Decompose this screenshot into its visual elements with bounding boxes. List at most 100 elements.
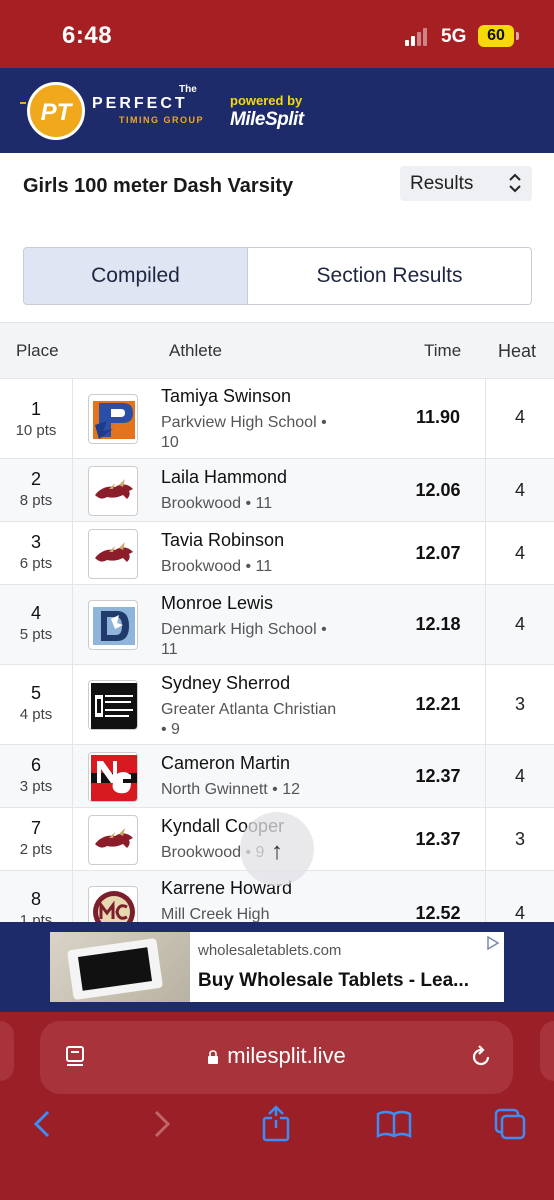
place-number: 7 bbox=[30, 818, 41, 838]
result-time: 11.90 bbox=[415, 407, 461, 427]
result-heat: 4 bbox=[485, 379, 554, 458]
back-icon[interactable] bbox=[24, 1104, 64, 1144]
tab-compiled[interactable]: Compiled bbox=[24, 248, 248, 304]
ad-banner: wholesaletablets.com Buy Wholesale Table… bbox=[0, 922, 554, 1012]
browser-chrome: milesplit.live bbox=[0, 1012, 554, 1200]
result-heat: 4 bbox=[485, 459, 554, 521]
athlete-name[interactable]: Tamiya Swinson bbox=[161, 386, 291, 407]
ad-headline: Buy Wholesale Tablets - Lea... bbox=[198, 970, 469, 991]
table-row[interactable]: 4 5 pts Monroe Lewis Denmark High School… bbox=[0, 584, 554, 664]
athlete-school: Brookwood • 11 bbox=[161, 495, 273, 512]
athlete-name[interactable]: Sydney Sherrod bbox=[161, 673, 290, 694]
result-time: 12.07 bbox=[415, 543, 461, 563]
logo-name: PERFECT bbox=[92, 95, 188, 112]
bookmarks-icon[interactable] bbox=[374, 1104, 414, 1144]
table-row[interactable]: 1 10 pts Tamiya Swinson Parkview High Sc… bbox=[0, 378, 554, 458]
result-heat: 4 bbox=[485, 585, 554, 664]
place-points: 4 pts bbox=[19, 706, 53, 723]
ad-image bbox=[50, 932, 190, 1002]
place-cell: 7 2 pts bbox=[0, 808, 73, 870]
logo-the: The bbox=[179, 84, 197, 95]
athlete-school: Brookwood • 11 bbox=[161, 558, 273, 575]
athlete-school: North Gwinnett • 12 bbox=[161, 781, 300, 798]
place-cell: 6 3 pts bbox=[0, 745, 73, 807]
place-points: 10 pts bbox=[15, 422, 57, 439]
tabs-icon[interactable] bbox=[490, 1104, 530, 1144]
place-points: 6 pts bbox=[19, 555, 53, 572]
event-title: Girls 100 meter Dash Varsity bbox=[23, 175, 294, 197]
place-number: 2 bbox=[30, 469, 41, 489]
mill-creek-logo-icon bbox=[88, 886, 138, 922]
north-gwinnett-logo-icon bbox=[88, 752, 138, 802]
header-heat[interactable]: Heat bbox=[498, 341, 536, 362]
header-banner: PT The PERFECT TIMING GROUP powered by M… bbox=[0, 68, 554, 153]
results-view-select[interactable]: Results bbox=[400, 166, 532, 201]
place-points: 2 pts bbox=[19, 841, 53, 858]
athlete-name[interactable]: Monroe Lewis bbox=[161, 593, 273, 614]
tab-section-results[interactable]: Section Results bbox=[248, 248, 531, 304]
result-time: 12.37 bbox=[415, 766, 461, 786]
battery-icon: 60 bbox=[478, 25, 519, 47]
address-bar[interactable]: milesplit.live bbox=[40, 1021, 513, 1094]
brookwood-logo-icon bbox=[88, 529, 138, 579]
place-cell: 4 5 pts bbox=[0, 585, 73, 664]
reload-icon[interactable] bbox=[469, 1045, 493, 1069]
gac-logo-icon bbox=[88, 680, 138, 730]
tablet-icon bbox=[66, 937, 164, 1001]
table-header: Place Athlete Time Heat bbox=[0, 322, 554, 378]
forward-icon[interactable] bbox=[140, 1104, 180, 1144]
table-row[interactable]: 6 3 pts Cameron Martin North Gwinnett • … bbox=[0, 744, 554, 807]
status-bar: 6:48 5G 60 bbox=[0, 0, 554, 68]
ad-unit[interactable]: wholesaletablets.com Buy Wholesale Table… bbox=[50, 932, 504, 1002]
place-cell: 2 8 pts bbox=[0, 459, 73, 521]
results-select-value: Results bbox=[410, 173, 474, 194]
network-type: 5G bbox=[441, 26, 467, 47]
perfect-timing-logo[interactable]: PT bbox=[27, 82, 85, 140]
logo-initials: PT bbox=[40, 99, 72, 126]
header-athlete[interactable]: Athlete bbox=[169, 341, 222, 361]
scroll-to-top-button[interactable]: ↑ bbox=[240, 812, 314, 886]
athlete-school: Mill Creek High bbox=[161, 906, 270, 922]
result-heat: 3 bbox=[485, 808, 554, 870]
url-text: milesplit.live bbox=[227, 1043, 346, 1068]
athlete-name[interactable]: Cameron Martin bbox=[161, 753, 290, 774]
logo-subtitle: TIMING GROUP bbox=[119, 115, 204, 125]
athlete-school: Denmark High School • 11 bbox=[161, 621, 327, 658]
result-heat: 4 bbox=[485, 745, 554, 807]
place-number: 6 bbox=[30, 755, 41, 775]
place-cell: 5 4 pts bbox=[0, 665, 73, 744]
header-place[interactable]: Place bbox=[16, 341, 59, 361]
results-tabs: Compiled Section Results bbox=[23, 247, 532, 305]
milesplit-logo[interactable]: MileSplit bbox=[230, 109, 304, 131]
arrow-up-icon: ↑ bbox=[271, 838, 283, 865]
header-time[interactable]: Time bbox=[424, 341, 461, 361]
result-time: 12.52 bbox=[415, 903, 461, 922]
share-icon[interactable] bbox=[256, 1104, 296, 1144]
place-number: 4 bbox=[30, 603, 41, 623]
result-heat: 4 bbox=[485, 871, 554, 922]
next-tab-edge[interactable] bbox=[540, 1021, 554, 1081]
table-row[interactable]: 3 6 pts Tavia Robinson Brookwood • 11 12… bbox=[0, 521, 554, 584]
result-heat: 4 bbox=[485, 522, 554, 584]
athlete-school: Greater Atlanta Christian • 9 bbox=[161, 701, 337, 738]
status-time: 6:48 bbox=[62, 22, 113, 49]
result-time: 12.18 bbox=[415, 614, 461, 634]
browser-toolbar bbox=[0, 1104, 554, 1154]
place-cell: 3 6 pts bbox=[0, 522, 73, 584]
place-cell: 1 10 pts bbox=[0, 379, 73, 458]
result-time: 12.21 bbox=[415, 694, 461, 714]
athlete-name[interactable]: Laila Hammond bbox=[161, 467, 287, 488]
ad-domain: wholesaletablets.com bbox=[198, 942, 342, 959]
athlete-name[interactable]: Tavia Robinson bbox=[161, 530, 284, 551]
adchoices-icon[interactable] bbox=[486, 936, 500, 950]
result-time: 12.06 bbox=[415, 480, 461, 500]
place-points: 5 pts bbox=[19, 626, 53, 643]
place-number: 3 bbox=[30, 532, 41, 552]
previous-tab-edge[interactable] bbox=[0, 1021, 14, 1081]
table-row[interactable]: 2 8 pts Laila Hammond Brookwood • 11 12.… bbox=[0, 458, 554, 521]
signal-icon bbox=[405, 28, 431, 46]
place-points: 8 pts bbox=[19, 492, 53, 509]
table-row[interactable]: 5 4 pts Sydney Sherrod Greater Atlanta C… bbox=[0, 664, 554, 744]
brookwood-logo-icon bbox=[88, 815, 138, 865]
url-display: milesplit.live bbox=[40, 1043, 513, 1069]
